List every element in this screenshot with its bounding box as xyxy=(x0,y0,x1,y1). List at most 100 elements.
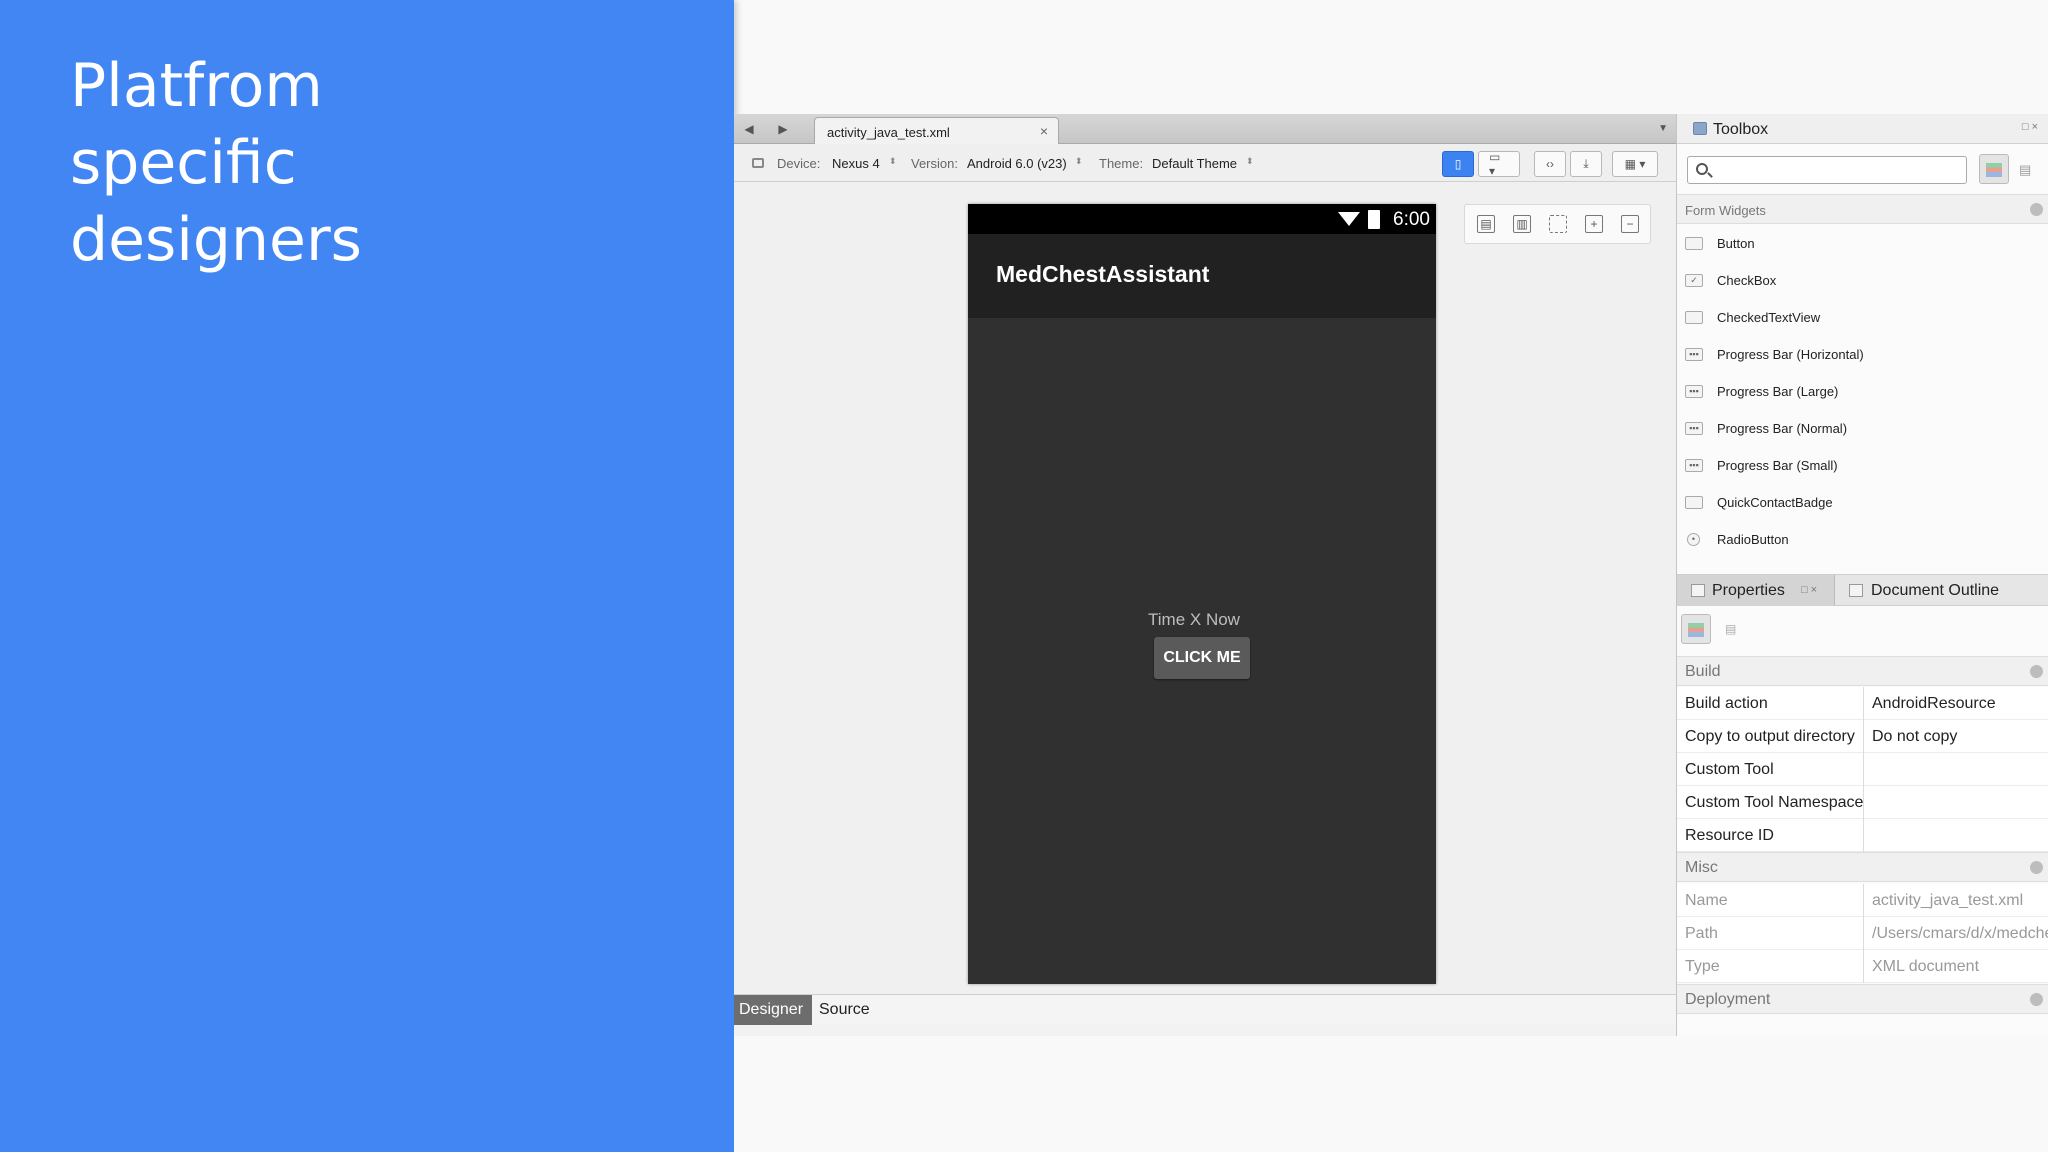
category-view-icon xyxy=(1688,623,1704,637)
widget-item-quick-contact-badge[interactable]: QuickContactBadge xyxy=(1677,484,2048,521)
property-row[interactable]: Custom Tool Namespace xyxy=(1677,786,2048,819)
property-name: Path xyxy=(1685,925,1718,942)
version-select[interactable]: Android 6.0 (v23) xyxy=(967,156,1067,171)
properties-category-view-button[interactable] xyxy=(1681,614,1711,644)
widget-item-progress-large[interactable]: ▪▪▪ Progress Bar (Large) xyxy=(1677,373,2048,410)
design-canvas[interactable]: 6:00 MedChestAssistant Time X Now CLICK … xyxy=(734,182,1676,994)
right-panel: Toolbox □× ▤ Form Widgets Button ✓ Check… xyxy=(1676,114,2048,1036)
property-row[interactable]: Resource ID xyxy=(1677,819,2048,852)
device-toolbar: Device: Nexus 4 ⬍ Version: Android 6.0 (… xyxy=(734,144,1676,182)
app-bar[interactable]: MedChestAssistant xyxy=(968,234,1436,318)
landscape-icon: ▭ ▾ xyxy=(1489,150,1501,178)
widget-item-checked-text-view[interactable]: CheckedTextView xyxy=(1677,299,2048,336)
toolbox-list-view-button[interactable]: ▤ xyxy=(2019,162,2031,178)
widget-label: Progress Bar (Normal) xyxy=(1717,421,1848,436)
time-text-view[interactable]: Time X Now xyxy=(968,610,1420,630)
download-icon: ⤓ xyxy=(1583,156,1589,171)
landscape-orientation-button[interactable]: ▭ ▾ xyxy=(1478,150,1520,178)
section-title: Misc xyxy=(1685,859,1718,876)
status-time: 6:00 xyxy=(1393,209,1430,230)
close-icon[interactable]: × xyxy=(1040,123,1048,139)
click-me-button[interactable]: CLICK ME xyxy=(1154,637,1250,679)
properties-tabs: Properties □× Document Outline xyxy=(1677,574,2048,606)
layout-options-button[interactable]: ▦ ▾ xyxy=(1612,151,1658,177)
widget-item-radio-button[interactable]: • RadioButton xyxy=(1677,521,2048,558)
document-tab-label: activity_java_test.xml xyxy=(827,125,950,140)
property-value[interactable]: AndroidResource xyxy=(1872,695,2048,713)
collapse-icon[interactable] xyxy=(2030,993,2043,1006)
theme-updown-icon[interactable]: ⬍ xyxy=(1246,156,1254,167)
theme-select[interactable]: Default Theme xyxy=(1152,156,1237,171)
property-row[interactable]: Build action AndroidResource xyxy=(1677,687,2048,720)
layout-bounds-button[interactable]: ▤ xyxy=(1477,215,1495,233)
export-button[interactable]: ⤓ xyxy=(1570,151,1602,177)
container-icon: ▥ xyxy=(1516,217,1528,231)
phone-status-bar: 6:00 xyxy=(968,204,1436,234)
collapse-icon[interactable] xyxy=(2030,861,2043,874)
version-label: Version: xyxy=(911,156,958,171)
deployment-section[interactable]: Deployment xyxy=(1677,984,2048,1014)
device-select[interactable]: Nexus 4 xyxy=(832,156,880,171)
toolbox-icon-view-button[interactable] xyxy=(1979,154,2009,184)
nav-back-icon[interactable]: ◀ xyxy=(742,122,756,136)
slide-title-line-2: specific xyxy=(70,128,297,198)
version-updown-icon[interactable]: ⬍ xyxy=(1075,156,1083,167)
column-divider xyxy=(1863,819,1864,852)
phone-preview[interactable]: 6:00 MedChestAssistant Time X Now CLICK … xyxy=(968,204,1436,984)
widget-item-progress-normal[interactable]: ▪▪▪ Progress Bar (Normal) xyxy=(1677,410,2048,447)
tab-document-outline[interactable]: Document Outline xyxy=(1837,575,2048,606)
collapse-icon[interactable] xyxy=(2030,665,2043,678)
tab-source[interactable]: Source xyxy=(814,995,875,1025)
widget-label: Progress Bar (Horizontal) xyxy=(1717,347,1864,362)
property-name: Custom Tool xyxy=(1685,761,1774,778)
property-row[interactable]: Type XML document xyxy=(1677,950,2048,983)
property-value[interactable]: Do not copy xyxy=(1872,728,2048,746)
toolbox-title: Toolbox xyxy=(1713,121,1769,138)
misc-section[interactable]: Misc xyxy=(1677,852,2048,882)
toolbox-icon xyxy=(1693,122,1707,135)
tab-designer[interactable]: Designer xyxy=(734,995,812,1025)
properties-icon xyxy=(1691,584,1705,597)
highlight-container-button[interactable]: ▥ xyxy=(1513,215,1531,233)
zoom-fit-button[interactable] xyxy=(1549,215,1567,233)
device-updown-icon[interactable]: ⬍ xyxy=(889,156,897,167)
zoom-out-icon: − xyxy=(1626,217,1634,231)
property-name: Resource ID xyxy=(1685,827,1774,844)
property-row[interactable]: Name activity_java_test.xml xyxy=(1677,884,2048,917)
property-row[interactable]: Path /Users/cmars/d/x/medchest xyxy=(1677,917,2048,950)
portrait-orientation-button[interactable]: ▯ xyxy=(1442,151,1474,177)
zoom-in-button[interactable]: + xyxy=(1585,215,1603,233)
property-row[interactable]: Copy to output directory Do not copy xyxy=(1677,720,2048,753)
build-section[interactable]: Build xyxy=(1677,656,2048,686)
device-label: Device: xyxy=(777,156,821,171)
app-title: MedChestAssistant xyxy=(996,261,1210,287)
document-tab[interactable]: activity_java_test.xml × xyxy=(814,117,1059,145)
widget-item-progress-small[interactable]: ▪▪▪ Progress Bar (Small) xyxy=(1677,447,2048,484)
property-name: Type xyxy=(1685,958,1720,975)
resources-button[interactable]: ‹› xyxy=(1534,151,1566,177)
form-widgets-section[interactable]: Form Widgets xyxy=(1677,194,2048,224)
zoom-toolbar: ▤ ▥ + − xyxy=(1464,204,1651,244)
panel-controls-icon[interactable]: □× xyxy=(1801,584,1820,596)
slide-title-line-3: designers xyxy=(70,205,362,275)
widget-item-button[interactable]: Button xyxy=(1677,225,2048,262)
panel-controls-icon[interactable]: □× xyxy=(2022,121,2041,133)
column-divider xyxy=(1863,786,1864,819)
slide-panel: Platfrom specific designers xyxy=(0,0,734,1152)
tab-properties[interactable]: Properties □× xyxy=(1677,575,1835,606)
properties-sort-button[interactable]: ▤ xyxy=(1725,622,1736,636)
view-tabs: Designer Source xyxy=(734,994,1676,1025)
property-row[interactable]: Custom Tool xyxy=(1677,753,2048,786)
layout-bounds-icon: ▤ xyxy=(1480,217,1492,231)
column-divider xyxy=(1863,884,1864,917)
column-divider xyxy=(1863,687,1864,720)
toolbox-search-input[interactable] xyxy=(1687,156,1967,184)
checked-text-view-icon xyxy=(1685,311,1703,324)
nav-forward-icon[interactable]: ▶ xyxy=(776,122,790,136)
property-value: /Users/cmars/d/x/medchest xyxy=(1872,925,2048,942)
widget-item-checkbox[interactable]: ✓ CheckBox xyxy=(1677,262,2048,299)
zoom-out-button[interactable]: − xyxy=(1621,215,1639,233)
tab-list-dropdown-icon[interactable]: ▼ xyxy=(1658,123,1668,134)
widget-item-progress-horizontal[interactable]: ▪▪▪ Progress Bar (Horizontal) xyxy=(1677,336,2048,373)
collapse-icon[interactable] xyxy=(2030,203,2043,216)
